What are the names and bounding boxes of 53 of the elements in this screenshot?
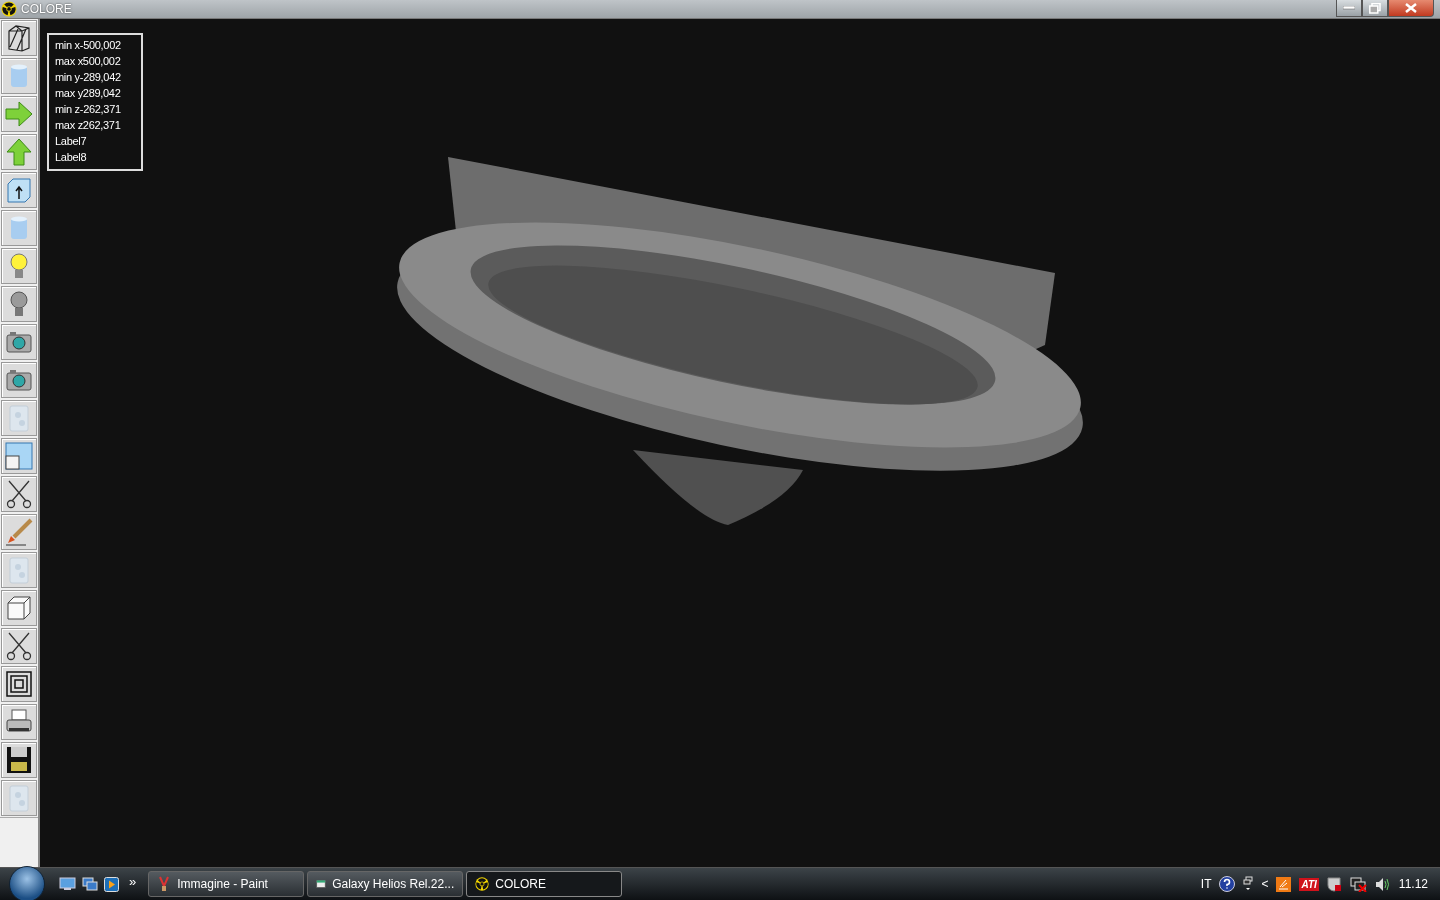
up-arrow-icon xyxy=(4,137,34,167)
network-icon[interactable] xyxy=(1349,876,1367,892)
tray-icon[interactable] xyxy=(1276,876,1292,892)
radiation-icon xyxy=(1,1,17,17)
clock[interactable]: 11.12 xyxy=(1398,877,1428,891)
window-title: COLORE xyxy=(21,2,72,16)
tool-button[interactable] xyxy=(1,172,37,208)
tool-button[interactable] xyxy=(1,362,37,398)
tray-icon[interactable] xyxy=(1243,876,1254,892)
restore-button[interactable] xyxy=(1362,0,1388,17)
info-label: max x500,002 xyxy=(55,54,122,69)
minimize-icon xyxy=(1343,6,1355,10)
tool-button[interactable] xyxy=(1,742,37,778)
show-hidden-icons-button[interactable]: < xyxy=(1261,877,1269,891)
close-icon xyxy=(1405,3,1417,13)
media-player-icon[interactable] xyxy=(104,876,119,892)
windows-icon[interactable] xyxy=(82,877,98,891)
scissors-icon xyxy=(4,479,34,509)
box-arrow-icon xyxy=(4,175,34,205)
right-arrow-icon xyxy=(4,99,34,129)
tool-button[interactable] xyxy=(1,704,37,740)
taskbar-button[interactable]: Galaxy Helios Rel.22... xyxy=(307,871,464,897)
more-button[interactable]: » xyxy=(129,873,137,889)
cube-icon xyxy=(4,593,34,623)
tool-button[interactable] xyxy=(1,628,37,664)
help-icon[interactable] xyxy=(1219,876,1236,892)
minimize-button[interactable] xyxy=(1336,0,1362,17)
taskbar-button[interactable]: Immagine - Paint xyxy=(148,871,305,897)
tool-button[interactable] xyxy=(1,476,37,512)
tool-button[interactable] xyxy=(1,324,37,360)
ati-tray-logo[interactable]: ATI xyxy=(1299,877,1319,891)
info-label: min z-262,371 xyxy=(55,102,122,117)
info-label: max z262,371 xyxy=(55,118,122,133)
restore-icon xyxy=(1369,2,1381,14)
language-indicator[interactable]: IT xyxy=(1200,877,1212,891)
shield-icon[interactable] xyxy=(1326,876,1342,892)
info-label: min y-289,042 xyxy=(55,70,122,85)
tool-button[interactable] xyxy=(1,20,37,56)
taskbar-button[interactable]: COLORE xyxy=(466,871,623,897)
scissors-icon xyxy=(4,631,34,661)
radiation-icon xyxy=(475,877,490,891)
close-button[interactable] xyxy=(1388,0,1434,17)
info-label: min x-500,002 xyxy=(55,38,122,53)
info-label: Label7 xyxy=(55,134,88,149)
window-icon xyxy=(316,878,327,890)
start-button[interactable] xyxy=(9,866,45,900)
concentric-squares-icon xyxy=(4,669,34,699)
tool-button[interactable] xyxy=(1,666,37,702)
window-icon xyxy=(4,441,34,471)
desktop-icon[interactable] xyxy=(59,877,76,891)
speaker-icon[interactable] xyxy=(1374,876,1391,892)
info-label: max y289,042 xyxy=(55,86,122,101)
info-label: Label8 xyxy=(55,150,88,165)
